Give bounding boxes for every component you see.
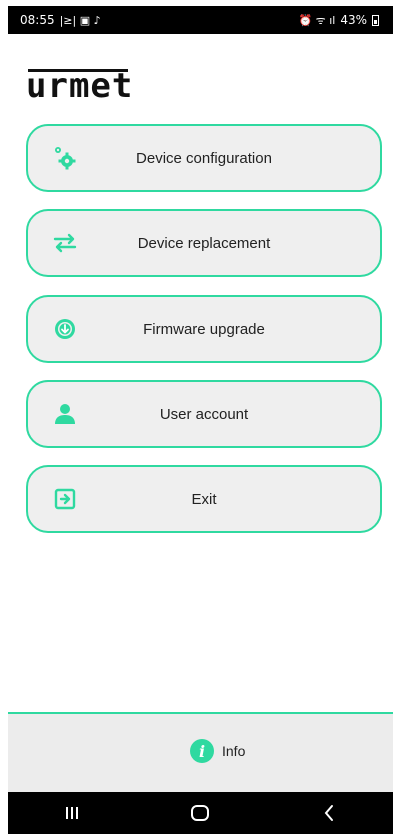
home-icon — [191, 805, 210, 821]
back-button[interactable] — [309, 798, 349, 828]
footer-panel: i Info — [8, 712, 393, 792]
device-replacement-button[interactable]: Device replacement — [26, 209, 382, 277]
device-replacement-label: Device replacement — [137, 234, 271, 252]
urmet-logo: urmet — [26, 66, 134, 106]
device-configuration-label: Device configuration — [136, 149, 272, 167]
status-bar: 08:55 |≥| ▣ ♪ ⏰ ᯤ ıl 43% — [8, 6, 393, 34]
recent-apps-icon — [66, 807, 79, 819]
status-right: ⏰ ᯤ ıl 43% — [298, 13, 379, 28]
info-label: Info — [222, 743, 246, 759]
exit-label: Exit — [191, 490, 217, 508]
signal-icons: ⏰ ᯤ ıl — [298, 13, 336, 27]
system-nav-bar — [8, 792, 393, 834]
recent-apps-button[interactable] — [52, 798, 92, 828]
user-account-label: User account — [159, 405, 249, 423]
exit-button[interactable]: Exit — [26, 465, 382, 533]
firmware-upgrade-button[interactable]: Firmware upgrade — [26, 295, 382, 363]
status-left: 08:55 |≥| ▣ ♪ — [20, 13, 101, 27]
battery-percent: 43% — [340, 13, 367, 27]
status-time: 08:55 — [20, 13, 55, 27]
back-icon — [324, 805, 333, 821]
battery-icon — [372, 14, 379, 26]
user-account-button[interactable]: User account — [26, 380, 382, 448]
info-icon: i — [190, 739, 214, 763]
notification-icons: |≥| ▣ ♪ — [59, 13, 101, 27]
firmware-upgrade-label: Firmware upgrade — [143, 320, 265, 338]
info-button[interactable]: i Info — [190, 739, 245, 763]
device-configuration-button[interactable]: Device configuration — [26, 124, 382, 192]
home-button[interactable] — [180, 798, 220, 828]
app-screen: 08:55 |≥| ▣ ♪ ⏰ ᯤ ıl 43% urmet Device co… — [8, 6, 393, 834]
